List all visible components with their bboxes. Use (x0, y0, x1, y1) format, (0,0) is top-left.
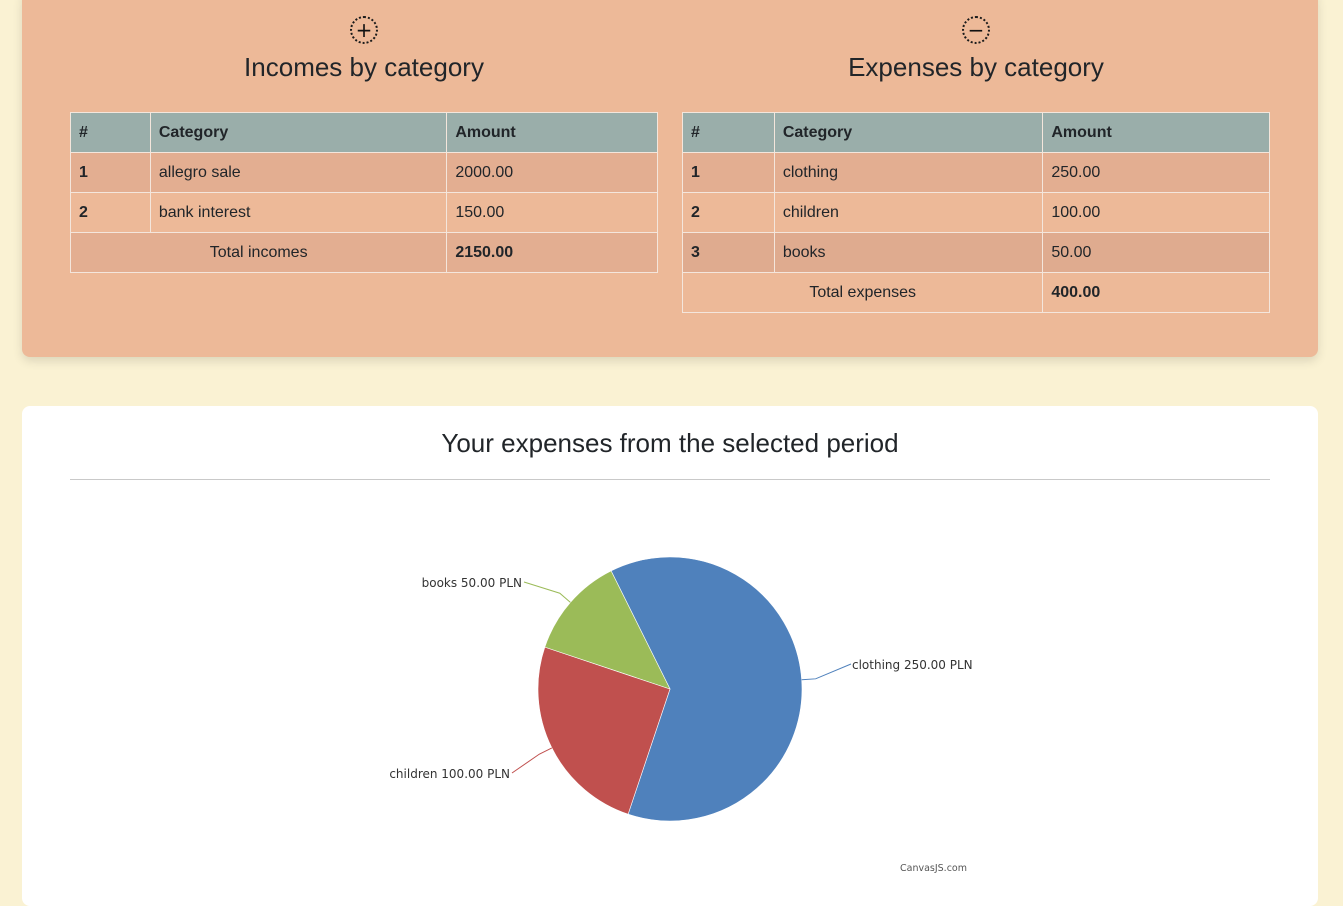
row-index: 1 (682, 152, 775, 193)
chart-credit-link[interactable]: CanvasJS.com (900, 863, 967, 874)
row-amount: 150.00 (446, 192, 658, 233)
row-amount: 250.00 (1042, 152, 1270, 193)
total-expenses-value: 400.00 (1042, 272, 1270, 313)
expenses-pie-chart[interactable]: clothing 250.00 PLN children 100.00 PLN bo… (22, 406, 1318, 886)
chart-card: Your expenses from the selected period c… (22, 406, 1318, 906)
total-row: Total expenses 400.00 (681, 272, 1270, 313)
expenses-table: # Category Amount 1 clothing 250.00 2 ch… (681, 112, 1270, 313)
column-header-amount: Amount (446, 112, 658, 153)
row-category: bank interest (149, 192, 448, 233)
pie-label-clothing: clothing 250.00 PLN (852, 658, 973, 672)
row-amount: 2000.00 (446, 152, 658, 193)
pie-label-books: books 50.00 PLN (422, 576, 522, 590)
column-header-category: Category (773, 112, 1044, 153)
plus-circle-icon: + (350, 16, 378, 44)
total-expenses-label: Total expenses (681, 272, 1044, 313)
row-category: allegro sale (149, 152, 448, 193)
row-index: 2 (70, 192, 151, 233)
row-category: books (773, 232, 1044, 273)
total-row: Total incomes 2150.00 (69, 232, 658, 273)
incomes-table: # Category Amount 1 allegro sale 2000.00… (69, 112, 658, 273)
pie-label-connector (523, 581, 571, 603)
row-amount: 100.00 (1042, 192, 1270, 233)
row-index: 1 (70, 152, 151, 193)
table-header-row: # Category Amount (682, 112, 1270, 153)
row-index: 2 (682, 192, 775, 233)
pie-label-connector (801, 663, 852, 681)
table-row: 1 clothing 250.00 (682, 152, 1270, 193)
total-incomes-label: Total incomes (69, 232, 448, 273)
total-incomes-value: 2150.00 (446, 232, 658, 273)
column-header-amount: Amount (1042, 112, 1270, 153)
table-header-row: # Category Amount (70, 112, 658, 153)
table-row: 2 children 100.00 (682, 192, 1270, 233)
incomes-title: Incomes by category (244, 52, 484, 82)
table-row: 2 bank interest 150.00 (70, 192, 658, 233)
row-category: children (773, 192, 1044, 233)
row-amount: 50.00 (1042, 232, 1270, 273)
table-row: 1 allegro sale 2000.00 (70, 152, 658, 193)
minus-circle-icon: − (962, 16, 990, 44)
pie-label-children: children 100.00 PLN (389, 767, 510, 781)
summary-card: + Incomes by category # Category Amount … (22, 0, 1318, 357)
pie-label-connector (511, 747, 553, 774)
row-category: clothing (773, 152, 1044, 193)
column-header-index: # (70, 112, 151, 153)
table-row: 3 books 50.00 (682, 232, 1270, 273)
column-header-index: # (682, 112, 775, 153)
expenses-title: Expenses by category (848, 52, 1104, 82)
row-index: 3 (682, 232, 775, 273)
column-header-category: Category (149, 112, 448, 153)
